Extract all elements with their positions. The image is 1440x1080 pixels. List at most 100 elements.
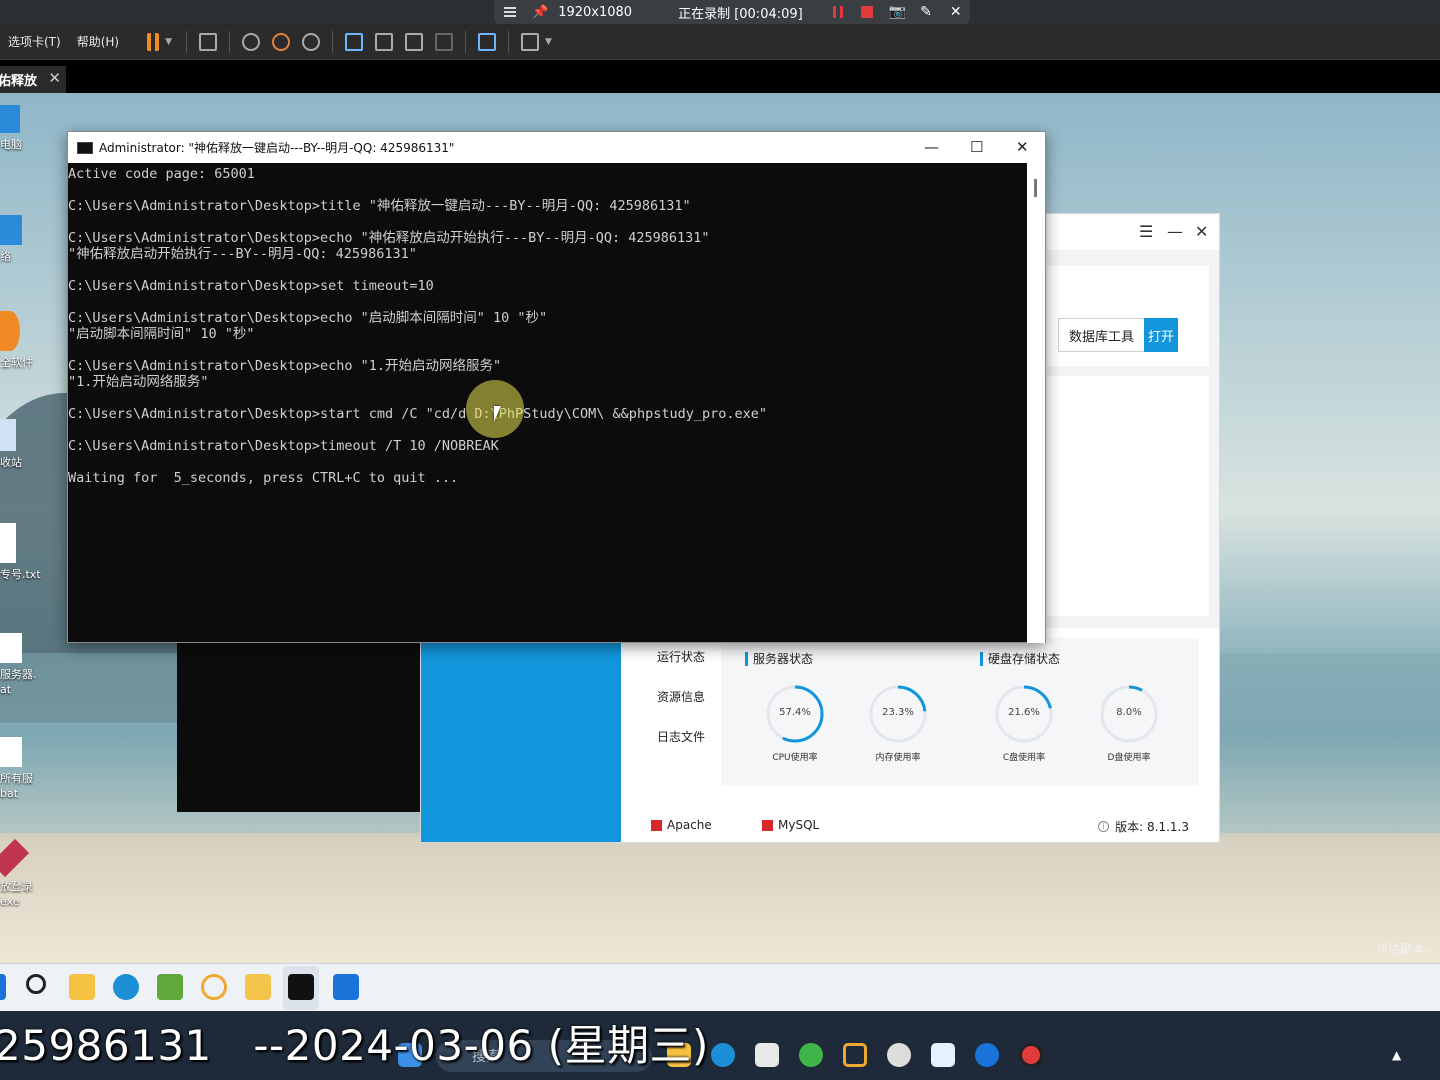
desktop-icon-bat-2[interactable]: 所有服 bat <box>0 737 44 801</box>
text-file-icon <box>0 523 16 563</box>
desktop-icon-recycle-bin[interactable]: 收站 <box>0 419 44 470</box>
db-tool-button[interactable]: 数据库工具 打开 <box>1058 318 1178 352</box>
desktop-icon-txt[interactable]: 专号.txt <box>0 523 44 582</box>
background-console-window[interactable] <box>177 640 420 812</box>
pen-icon[interactable]: ✎ <box>920 4 932 20</box>
edge-icon[interactable] <box>711 1043 735 1067</box>
vmware-icon[interactable] <box>843 1043 867 1067</box>
video-app-icon[interactable] <box>887 1043 911 1067</box>
gauge-caption: CPU使用率 <box>772 753 818 763</box>
gauge-cpu: 57.4% CPU使用率 <box>765 684 825 763</box>
menu-item-run-status[interactable]: 运行状态 <box>641 642 721 682</box>
pause-icon[interactable] <box>832 6 843 18</box>
server-status-title: 服务器状态 <box>745 652 813 666</box>
print-icon[interactable] <box>199 32 218 51</box>
chevron-down-icon[interactable]: ▼ <box>545 37 552 47</box>
phpstudy-footer: Apache MySQL i 版本: 8.1.1.3 <box>621 808 1219 842</box>
menu-tabs[interactable]: 选项卡(T) <box>8 33 61 50</box>
scrollbar-thumb[interactable] <box>1034 179 1037 197</box>
mouse-pointer-icon <box>494 406 507 422</box>
baidu-netdisk-icon[interactable] <box>931 1043 955 1067</box>
desktop-icon-exe[interactable]: 放登录 exe <box>0 838 44 909</box>
cmd-icon[interactable] <box>288 974 314 1000</box>
desktop-icon-network[interactable]: 络 <box>0 215 44 264</box>
pause-session-icon[interactable] <box>147 32 160 51</box>
history-icon[interactable] <box>242 32 261 51</box>
session-tab[interactable]: 佑释放 ✕ <box>0 66 66 93</box>
start-icon[interactable] <box>0 974 6 1000</box>
video-subtitle: 25986131 --2024-03-06 (星期三) <box>0 1021 709 1070</box>
gear-file-icon <box>0 633 22 663</box>
menu-item-resource-info[interactable]: 资源信息 <box>641 682 721 722</box>
record-icon[interactable] <box>1019 1043 1043 1067</box>
phpstudy-icon[interactable] <box>333 974 359 1000</box>
db-tool-label: 数据库工具 <box>1069 329 1135 345</box>
cmd-line <box>68 262 1028 278</box>
monitor-icon <box>0 105 20 133</box>
desktop-icon-bat-1[interactable]: 服务器. at <box>0 633 44 697</box>
status-menu: 运行状态 资源信息 日志文件 <box>641 642 721 758</box>
unity-icon[interactable] <box>435 32 454 51</box>
minimize-icon[interactable]: — <box>924 138 939 156</box>
minimize-icon[interactable]: — <box>1167 222 1183 241</box>
chevron-down-icon[interactable]: ▼ <box>165 37 172 47</box>
close-icon[interactable]: ✕ <box>1016 138 1029 156</box>
toolbar-divider <box>465 30 467 53</box>
cmd-window[interactable]: Administrator: "神佑释放一键启动---BY--明月-QQ: 42… <box>67 131 1046 643</box>
file-explorer-icon[interactable] <box>69 974 95 1000</box>
fullscreen-icon[interactable] <box>405 32 424 51</box>
sidebar-view-icon[interactable] <box>345 32 364 51</box>
close-icon[interactable]: ✕ <box>1195 222 1208 241</box>
chevron-up-icon[interactable]: ▲ <box>1392 1048 1401 1062</box>
cmd-line: Active code page: 65001 <box>68 166 255 182</box>
menu-icon[interactable]: ☰ <box>1139 222 1153 241</box>
tools-app-icon[interactable] <box>245 974 271 1000</box>
recording-resolution: 1920x1080 <box>558 4 633 20</box>
desktop-icon-label: 所有服 <box>0 772 33 785</box>
menu-icon[interactable] <box>504 7 516 17</box>
service-mysql[interactable]: MySQL <box>762 818 819 832</box>
search-icon[interactable] <box>26 974 46 994</box>
green-app-icon[interactable] <box>799 1043 823 1067</box>
edge-icon[interactable] <box>113 974 139 1000</box>
desktop-icon-label: 电脑 <box>0 138 22 151</box>
stretch-icon[interactable] <box>521 32 540 51</box>
phpstudy-titlebar: ☰ — ✕ <box>1047 214 1219 250</box>
recorder-bar: 📌 1920x1080 正在录制 [00:04:09] 📷 ✎ ✕ <box>494 0 970 24</box>
store-icon[interactable] <box>755 1043 779 1067</box>
cmd-line: Waiting for 5_seconds, press CTRL+C to q… <box>68 470 459 486</box>
cmd-line <box>68 182 1028 198</box>
remote-toolbar: 选项卡(T) 帮助(H) ▼ ▼ <box>0 24 1440 60</box>
close-icon[interactable]: ✕ <box>950 4 962 20</box>
info-icon: i <box>1098 821 1110 832</box>
console-view-icon[interactable] <box>375 32 394 51</box>
terminal-icon[interactable] <box>478 32 497 51</box>
desktop-icon-computer[interactable]: 电脑 <box>0 105 44 152</box>
recording-status: 正在录制 [00:04:09] <box>678 6 803 22</box>
gauge-value: 8.0% <box>1116 707 1142 718</box>
menu-help[interactable]: 帮助(H) <box>77 33 119 50</box>
flower-app-icon[interactable] <box>201 974 227 1000</box>
notepad-icon[interactable] <box>157 974 183 1000</box>
stop-icon[interactable] <box>860 6 873 18</box>
scrollbar[interactable] <box>1027 163 1045 643</box>
pin-icon[interactable]: 📌 <box>532 5 548 20</box>
cmd-output[interactable]: Active code page: 65001 C:\Users\Adminis… <box>68 163 1028 643</box>
menu-item-log-files[interactable]: 日志文件 <box>641 722 721 762</box>
monitor-icon <box>0 215 22 245</box>
camera-icon[interactable]: 📷 <box>889 4 906 20</box>
cmd-line: C:\Users\Administrator\Desktop>echo "1.开… <box>68 358 502 374</box>
desktop-icon-label: 络 <box>0 250 11 263</box>
kugou-icon[interactable] <box>975 1043 999 1067</box>
session-tab-label: 佑释放 <box>0 74 38 89</box>
close-icon[interactable]: ✕ <box>48 69 61 87</box>
maximize-icon[interactable]: ☐ <box>970 138 983 156</box>
manage-snapshot-icon[interactable] <box>302 32 321 51</box>
open-button[interactable]: 打开 <box>1144 318 1178 352</box>
cmd-line: C:\Users\Administrator\Desktop>echo "神佑释… <box>68 230 710 246</box>
toolbar-divider <box>508 30 510 53</box>
desktop-icon-security[interactable]: 全软件 <box>0 311 44 370</box>
toolbar-divider <box>229 30 231 53</box>
snapshot-icon[interactable] <box>272 32 291 51</box>
service-apache[interactable]: Apache <box>651 818 712 832</box>
